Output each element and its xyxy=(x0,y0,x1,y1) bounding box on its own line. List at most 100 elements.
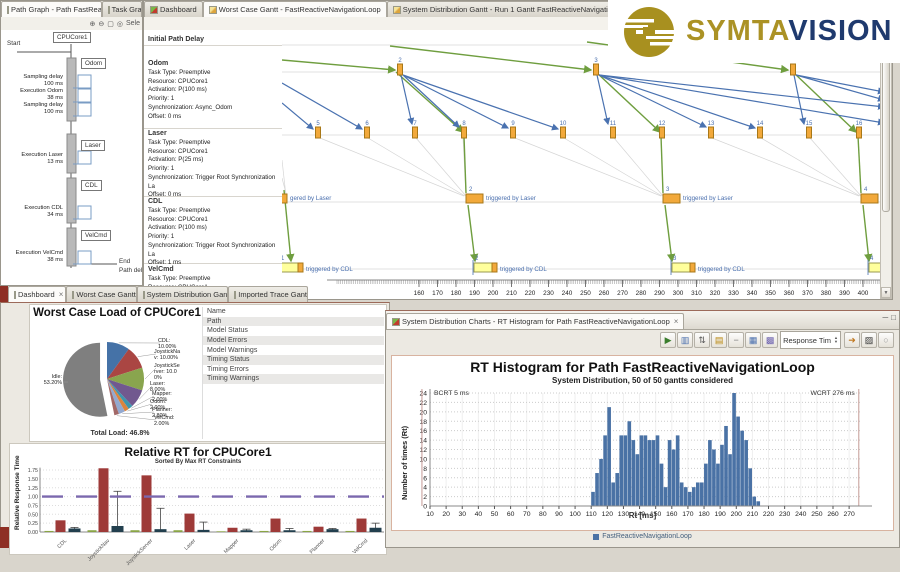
task-node-cdl[interactable]: CDL xyxy=(81,180,102,191)
cdl-execution-bar[interactable] xyxy=(282,194,287,203)
refresh-icon[interactable]: ○ xyxy=(878,332,894,348)
execution-bar[interactable] xyxy=(67,58,76,121)
table-row[interactable]: Model Status xyxy=(203,326,384,336)
tab-path-graph[interactable]: Path Graph - Path FastReactiveNav× xyxy=(1,1,102,17)
activation-marker[interactable] xyxy=(611,127,616,138)
cdl-execution-bar[interactable] xyxy=(466,194,483,203)
gantt-vertical-scrollbar[interactable]: ▲ ▼ xyxy=(880,30,892,299)
table-row[interactable]: Timing Status xyxy=(203,355,384,365)
export-icon[interactable]: ➜ xyxy=(844,332,860,348)
hist-bar xyxy=(740,431,744,506)
activation-marker[interactable] xyxy=(398,64,403,75)
hist-bar xyxy=(595,473,599,506)
dashboard-icon xyxy=(150,6,158,14)
task-node-odom[interactable]: Odom xyxy=(81,58,106,69)
task-node-laser[interactable]: Laser xyxy=(81,140,105,151)
activation-marker[interactable] xyxy=(594,64,599,75)
velcmd-execution-bar[interactable] xyxy=(282,263,299,272)
activation-marker[interactable] xyxy=(462,127,467,138)
collapse-icon[interactable]: − xyxy=(728,332,744,348)
legend-swatch-icon xyxy=(593,534,599,540)
pie-label: VelCmd: 2.00% xyxy=(154,416,174,428)
combo-spinner-icon[interactable]: ▲▼ xyxy=(834,336,838,344)
response-type-combo[interactable]: Response Tim ▲▼ xyxy=(780,331,841,349)
rt-plot-area: 0.000.250.500.751.001.251.501.75 xyxy=(10,444,388,556)
annotation-label: Execution VelCmd 38 ms xyxy=(3,250,63,264)
svg-text:triggered by CDL: triggered by CDL xyxy=(698,266,745,273)
hist-svg: 0246810121416182022241020304050607080901… xyxy=(392,356,895,532)
activation-marker[interactable] xyxy=(511,127,516,138)
activation-marker[interactable] xyxy=(365,127,370,138)
close-icon[interactable]: × xyxy=(674,317,679,326)
tab-worst-case-gantt[interactable]: Worst Case Gantt - FastReactiveNavigatio… xyxy=(203,1,387,17)
table-row[interactable]: Model Warnings xyxy=(203,345,384,355)
svg-text:210: 210 xyxy=(506,290,517,297)
hist-legend-label: FastReactiveNavigationLoop xyxy=(602,533,692,540)
sort-icon[interactable]: ⇅ xyxy=(694,332,710,348)
video-icon[interactable]: ▨ xyxy=(861,332,877,348)
tab-task-graph[interactable]: Task Grap xyxy=(102,1,142,17)
close-icon[interactable]: × xyxy=(59,290,64,299)
table-row[interactable]: Model Errors xyxy=(203,336,384,346)
execution-bar[interactable] xyxy=(67,228,76,266)
columns-icon[interactable]: ▥ xyxy=(677,332,693,348)
hist-bar xyxy=(672,450,676,506)
activation-marker[interactable] xyxy=(316,127,321,138)
tab-label: Worst Case Gantt xyxy=(76,290,135,299)
svg-text:7: 7 xyxy=(413,121,417,127)
zoom-out-icon[interactable]: ⊖ xyxy=(98,20,104,28)
activation-marker[interactable] xyxy=(709,127,714,138)
activation-marker[interactable] xyxy=(807,127,812,138)
velcmd-execution-bar[interactable] xyxy=(474,263,493,272)
task-node-velcmd[interactable]: VelCmd xyxy=(81,230,111,241)
tab-imported-trace-gantt[interactable]: Imported Trace Gantt xyxy=(228,286,308,302)
left-edge-accent-bottom xyxy=(0,527,9,548)
cdl-execution-bar[interactable] xyxy=(861,194,878,203)
logo-word-symta: SYMTA xyxy=(686,15,788,47)
tab-worst-case-gantt-small[interactable]: Worst Case Gantt xyxy=(66,286,136,302)
activation-marker[interactable] xyxy=(758,127,763,138)
svg-text:triggered by Laser: triggered by Laser xyxy=(683,195,733,202)
zoom-in-icon[interactable]: ⊕ xyxy=(90,20,96,28)
svg-text:9: 9 xyxy=(511,121,515,127)
tab-gantt-dashboard[interactable]: Dashboard xyxy=(144,1,203,17)
pie-label-idle: Idle: 53.20% xyxy=(32,375,62,387)
list-icon[interactable]: ▤ xyxy=(711,332,727,348)
gantt-scroll-thumb[interactable] xyxy=(882,45,890,212)
svg-text:0.75: 0.75 xyxy=(28,503,38,509)
panel-window-buttons: ─ □ xyxy=(882,313,896,322)
svg-text:290: 290 xyxy=(654,290,665,297)
table-row[interactable]: Timing Errors xyxy=(203,365,384,375)
tab-dashboard[interactable]: Dashboard× xyxy=(8,286,66,302)
table-row[interactable]: Path xyxy=(203,317,384,327)
activation-marker[interactable] xyxy=(857,127,862,138)
copy-icon[interactable]: ▩ xyxy=(762,332,778,348)
execution-bar[interactable] xyxy=(67,178,76,223)
charts-icon xyxy=(392,318,400,326)
table-icon[interactable]: ▦ xyxy=(745,332,761,348)
velcmd-execution-bar[interactable] xyxy=(672,263,691,272)
cdl-execution-bar[interactable] xyxy=(663,194,680,203)
maximize-icon[interactable]: □ xyxy=(891,313,896,322)
filter-icon[interactable]: ▶ xyxy=(660,332,676,348)
tab-system-distribution-gantt-small[interactable]: System Distribution Gantt xyxy=(137,286,229,302)
svg-text:160: 160 xyxy=(414,290,425,297)
relative-rt-chart-box: Relative RT for CPUCore1 Sorted By Max R… xyxy=(9,443,387,555)
minimize-icon[interactable]: ─ xyxy=(882,313,888,322)
magnifier-icon[interactable]: ◎ xyxy=(117,20,123,28)
select-mode-label[interactable]: Sele xyxy=(126,20,140,27)
fit-view-icon[interactable]: ▢ xyxy=(107,20,114,28)
gantt-section-name: VelCmd xyxy=(148,266,174,273)
histogram-panel: System Distribution Charts - RT Histogra… xyxy=(385,310,900,548)
hist-bar xyxy=(724,426,728,506)
execution-bar[interactable] xyxy=(67,134,76,173)
table-row[interactable]: Timing Warnings xyxy=(203,374,384,384)
table-row[interactable]: Name xyxy=(203,307,384,317)
activation-marker[interactable] xyxy=(660,127,665,138)
activation-marker[interactable] xyxy=(561,127,566,138)
svg-text:8: 8 xyxy=(423,466,427,473)
tab-system-distribution-charts[interactable]: System Distribution Charts - RT Histogra… xyxy=(386,313,684,329)
scroll-down-icon[interactable]: ▼ xyxy=(881,287,891,298)
activation-marker[interactable] xyxy=(413,127,418,138)
activation-marker[interactable] xyxy=(791,64,796,75)
